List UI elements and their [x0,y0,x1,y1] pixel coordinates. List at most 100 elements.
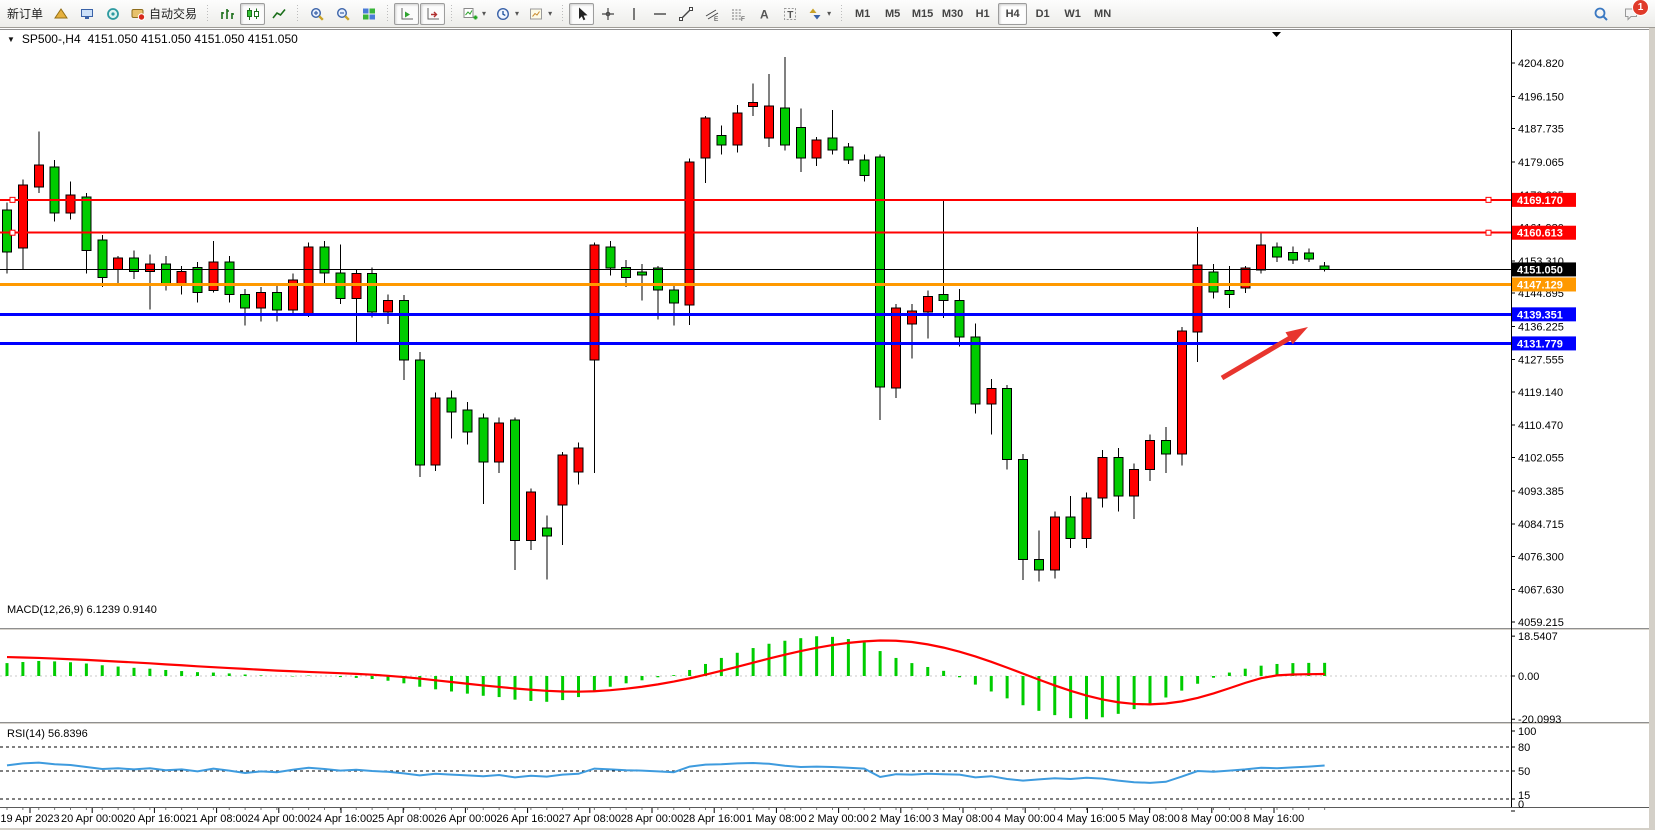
candle [892,308,901,388]
arrows-button[interactable]: ▾ [803,3,835,25]
timeframe-m5-button[interactable]: M5 [878,3,907,25]
zoom-in-button[interactable] [304,3,329,25]
candle [542,528,551,536]
auto-scroll-button[interactable] [394,3,419,25]
periods-button[interactable]: ▾ [491,3,523,25]
line-handle [10,197,15,202]
chevron-down-icon[interactable]: ▾ [515,9,519,18]
market-watch-icon-icon [79,6,95,22]
svg-text:8 May 00:00: 8 May 00:00 [1182,813,1243,825]
candlestick-chart-button[interactable] [240,3,265,25]
svg-text:4131.779: 4131.779 [1517,338,1563,350]
toolbar-separator [384,3,391,25]
chevron-down-icon[interactable]: ▾ [548,9,552,18]
zoom-out-button[interactable] [330,3,355,25]
svg-text:25 Apr 08:00: 25 Apr 08:00 [372,813,434,825]
svg-text:4187.735: 4187.735 [1518,124,1564,136]
label-button[interactable]: T [777,3,802,25]
line-handle [1486,230,1491,235]
zoom-in-icon [309,6,325,22]
timeframe-w1-button[interactable]: W1 [1058,3,1087,25]
chevron-down-icon[interactable]: ▾ [827,9,831,18]
svg-text:20 Apr 00:00: 20 Apr 00:00 [61,813,123,825]
pane-splitter-rsi[interactable] [0,722,1655,725]
chevron-down-icon[interactable]: ▾ [482,9,486,18]
toolbar-separator [204,3,211,25]
search-icon[interactable] [1591,4,1611,24]
bar-chart-button[interactable] [214,3,239,25]
svg-text:4204.820: 4204.820 [1518,58,1564,70]
svg-text:28 Apr 16:00: 28 Apr 16:00 [683,813,745,825]
candle [844,147,853,160]
line-chart-button[interactable] [266,3,291,25]
candle [399,300,408,360]
timeframe-h4-button[interactable]: H4 [998,3,1027,25]
chat-icon[interactable]: 1 [1621,4,1641,24]
channel-button[interactable]: E [699,3,724,25]
new-order-button[interactable]: 新订单 [3,3,47,25]
pane-splitter-macd[interactable] [0,628,1655,631]
auto-trading-button[interactable]: 自动交易 [126,3,201,25]
svg-text:0.00: 0.00 [1518,671,1539,683]
svg-text:4084.715: 4084.715 [1518,519,1564,531]
candle [653,268,662,290]
candle [431,398,440,465]
candle [828,138,837,150]
symbols-icon[interactable] [48,3,73,25]
templates-button[interactable]: ▾ [524,3,556,25]
line-handle [1486,197,1491,202]
candle [812,140,821,158]
fibonacci-icon: F [730,6,746,22]
svg-text:4179.065: 4179.065 [1518,157,1564,169]
hline-icon [652,6,668,22]
candle [225,262,234,295]
market-watch-icon[interactable] [74,3,99,25]
toolbar-right-group: 1 [1591,4,1655,24]
vline-button[interactable] [621,3,646,25]
symbols-icon-icon [53,6,69,22]
chart-shift-button[interactable] [420,3,445,25]
collapse-icon[interactable]: ▼ [7,35,15,44]
timeframe-h1-button[interactable]: H1 [968,3,997,25]
candle [161,264,170,285]
candle [939,295,948,301]
tile-windows-button[interactable] [356,3,381,25]
new-order-button-label: 新订单 [7,5,43,22]
cursor-button[interactable] [569,3,594,25]
candle [923,296,932,311]
candle [145,264,154,272]
svg-text:E: E [714,16,719,22]
timeframe-m30-button[interactable]: M30 [938,3,967,25]
candle [860,160,869,175]
chart-window[interactable]: ▼ SP500-,H4 4151.050 4151.050 4151.050 4… [0,28,1655,830]
templates-icon [528,6,544,22]
candle [1209,272,1218,292]
candle [733,113,742,145]
candle [384,300,393,312]
toolbar-separator [838,3,845,25]
candle [479,418,488,462]
timeframe-m1-button[interactable]: M1 [848,3,877,25]
candle [1003,389,1012,460]
tile-windows-icon [361,6,377,22]
candle [701,118,710,158]
candle [796,128,805,158]
candle [1161,440,1170,453]
indicators-button[interactable]: ▾ [458,3,490,25]
timeframe-m15-button[interactable]: M15 [908,3,937,25]
svg-text:4110.470: 4110.470 [1518,420,1563,432]
fibonacci-button[interactable]: F [725,3,750,25]
candle [241,295,250,308]
trendline-button[interactable] [673,3,698,25]
navigator-icon[interactable] [100,3,125,25]
timeframe-d1-button[interactable]: D1 [1028,3,1057,25]
candle [765,106,774,138]
candle [1066,517,1075,538]
hline-button[interactable] [647,3,672,25]
text-button[interactable]: A [751,3,776,25]
candle [1320,266,1329,270]
crosshair-button[interactable] [595,3,620,25]
svg-text:4147.129: 4147.129 [1517,279,1563,291]
timeframe-mn-button[interactable]: MN [1088,3,1117,25]
svg-text:5 May 08:00: 5 May 08:00 [1119,813,1180,825]
